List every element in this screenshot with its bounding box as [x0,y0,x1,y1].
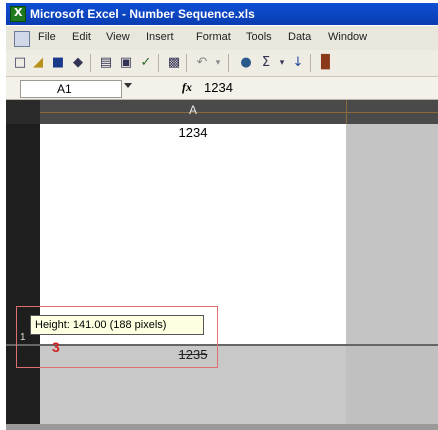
sheet-bottom-edge [6,424,438,430]
toolbar-separator [90,54,91,72]
undo-icon[interactable]: ↶ [194,55,210,71]
new-icon[interactable]: □ [12,55,28,71]
research-icon[interactable]: ▩ [166,55,182,71]
excel-window: Microsoft Excel - Number Sequence.xls Fi… [0,0,438,430]
menu-file[interactable]: File [38,31,56,43]
print-icon[interactable]: ▤ [98,55,114,71]
autosum-dropdown-icon[interactable]: ▾ [274,55,290,71]
standard-toolbar: □ ◢ ■ ◆ ▤ ▣ ✓ ▩ ↶ ▾ ● Σ ▾ ↓ ▉ [6,50,438,77]
toolbar-separator [158,54,159,72]
insert-function-icon[interactable]: fx [182,80,192,95]
formula-bar: A1 fx 1234 [6,77,438,100]
name-box[interactable]: A1 [20,80,122,98]
menu-tools[interactable]: Tools [246,31,272,43]
window-title: Microsoft Excel - Number Sequence.xls [30,7,255,21]
formula-input[interactable]: 1234 [204,80,233,95]
menu-view[interactable]: View [106,31,130,43]
menu-window[interactable]: Window [328,31,367,43]
row-height-tooltip: Height: 141.00 (188 pixels) [30,315,204,335]
name-box-dropdown-icon[interactable] [124,83,132,88]
save-icon[interactable]: ■ [50,55,66,71]
open-icon[interactable]: ◢ [30,55,46,71]
cell-b2[interactable] [346,346,438,430]
callout-step-number: 3 [52,339,60,355]
title-bar: Microsoft Excel - Number Sequence.xls [6,3,438,25]
autosum-icon[interactable]: Σ [258,55,274,71]
spelling-icon[interactable]: ✓ [138,55,154,71]
select-all-corner[interactable] [6,100,40,124]
toolbar-separator [186,54,187,72]
worksheet-grid: A 1234 1 1235 [6,100,438,430]
document-icon[interactable] [14,31,30,47]
sort-ascending-icon[interactable]: ↓ [290,55,306,71]
menu-data[interactable]: Data [288,31,311,43]
undo-dropdown-icon[interactable]: ▾ [210,55,226,71]
chart-wizard-icon[interactable]: ▉ [318,55,334,71]
hyperlink-icon[interactable]: ● [238,55,254,71]
menu-bar: File Edit View Insert Format Tools Data … [6,26,438,51]
cell-b1[interactable] [346,124,438,344]
print-preview-icon[interactable]: ▣ [118,55,134,71]
toolbar-separator [228,54,229,72]
permission-icon[interactable]: ◆ [70,55,86,71]
menu-insert[interactable]: Insert [146,31,174,43]
column-header-label: A [188,103,197,117]
menu-edit[interactable]: Edit [72,31,91,43]
excel-app-icon [10,6,26,22]
toolbar-separator [310,54,311,72]
menu-format[interactable]: Format [196,31,231,43]
column-header-b[interactable] [346,100,438,124]
row-headers[interactable] [6,124,40,430]
column-header-a[interactable]: A [40,100,346,124]
